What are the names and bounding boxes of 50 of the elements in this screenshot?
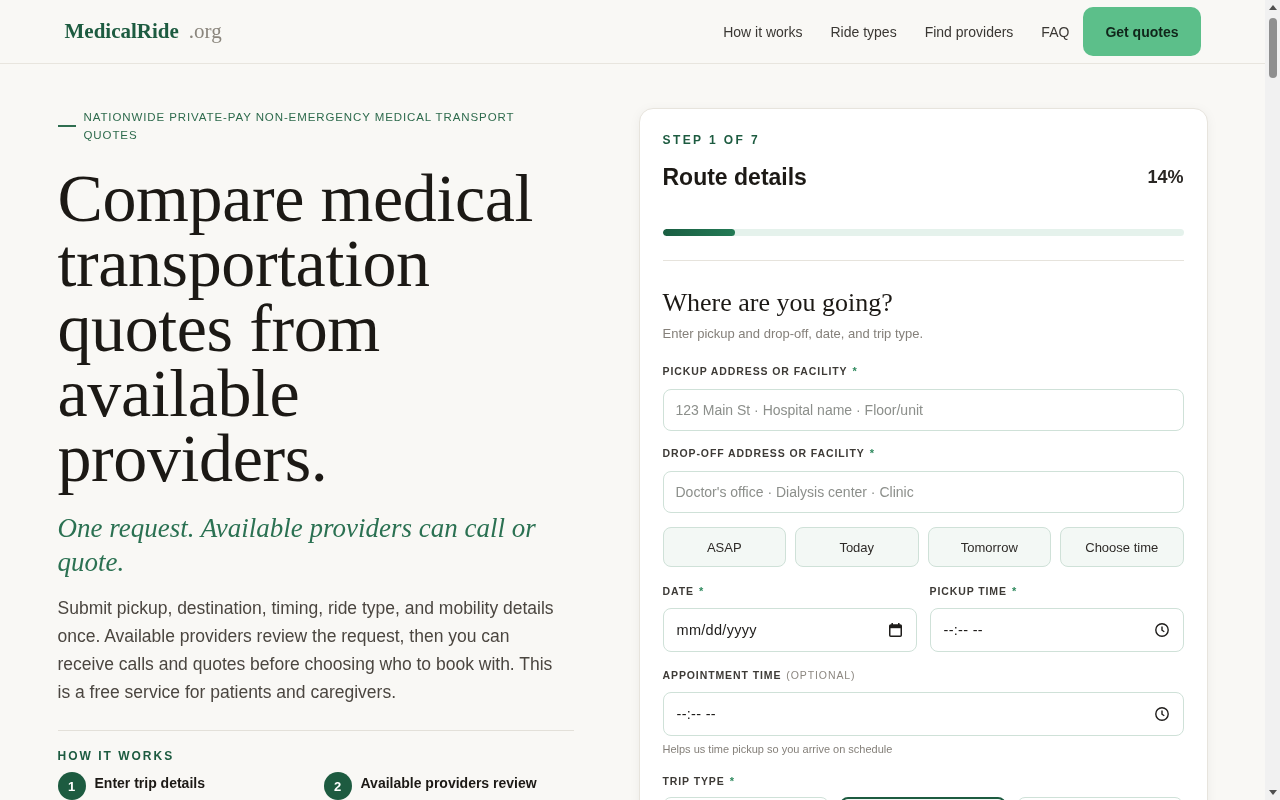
required-asterisk: * bbox=[729, 774, 734, 789]
field-label: DATE bbox=[662, 584, 694, 599]
required-asterisk: * bbox=[1011, 584, 1017, 599]
nav-link[interactable]: Ride types bbox=[830, 23, 897, 40]
step-number: 1 bbox=[57, 772, 86, 800]
calendar-icon[interactable] bbox=[888, 623, 902, 637]
dash-icon bbox=[57, 125, 76, 127]
pickup-address-field[interactable]: 123 Main St · Hospital name · Floor/unit bbox=[662, 389, 1184, 431]
quick-time-button[interactable]: Tomorrow bbox=[927, 527, 1051, 567]
field-label: TRIP TYPE bbox=[662, 774, 725, 789]
field-label: PICKUP TIME bbox=[929, 584, 1007, 599]
field-label: DROP-OFF ADDRESS OR FACILITY bbox=[662, 446, 865, 461]
required-asterisk: * bbox=[698, 584, 704, 599]
form-title: Route details bbox=[662, 163, 807, 191]
quick-time-button[interactable]: Choose time bbox=[1060, 527, 1184, 567]
required-asterisk: * bbox=[852, 364, 857, 379]
field-hint: Helps us time pickup so you arrive on schedule bbox=[662, 742, 894, 756]
section-subtitle: Enter pickup and drop-off, date, and trip type. bbox=[662, 325, 925, 343]
step-number: 2 bbox=[323, 772, 352, 800]
logo-suffix[interactable]: .org bbox=[188, 19, 222, 44]
get-quotes-button[interactable]: Get quotes bbox=[1083, 7, 1201, 56]
nav-link[interactable]: Find providers bbox=[924, 23, 1014, 40]
dropoff-address-field[interactable]: Doctor's office · Dialysis center · Clinic bbox=[662, 471, 1184, 513]
required-asterisk: * bbox=[869, 446, 874, 461]
quick-time-button[interactable]: ASAP bbox=[662, 527, 786, 567]
hero-tagline: One request. Available providers can call or quote. bbox=[57, 512, 537, 579]
scroll-down-icon[interactable] bbox=[1268, 790, 1277, 795]
section-label: HOW IT WORKS bbox=[57, 748, 176, 764]
time-field[interactable]: --:-- -- bbox=[929, 608, 1184, 652]
logo-wordmark[interactable]: MedicalRide bbox=[64, 19, 179, 44]
step-indicator: STEP 1 OF 7 bbox=[662, 133, 762, 147]
field-label: PICKUP ADDRESS OR FACILITY bbox=[662, 364, 848, 379]
hero-heading: Compare medical transportation quotes from available providers. bbox=[57, 160, 534, 498]
step-title: Available providers review bbox=[360, 774, 537, 793]
optional-note: (OPTIONAL) bbox=[786, 668, 856, 683]
date-field[interactable]: mm/dd/yyyy bbox=[662, 608, 917, 652]
nav-link[interactable]: FAQ bbox=[1041, 23, 1070, 40]
progress-percent: 14% bbox=[1147, 166, 1184, 188]
field-label: APPOINTMENT TIME bbox=[662, 668, 782, 683]
scroll-up-icon[interactable] bbox=[1268, 5, 1277, 10]
quick-time-button[interactable]: Today bbox=[795, 527, 919, 567]
eyebrow-text: NATIONWIDE PRIVATE-PAY NON-EMERGENCY MEDICAL TRANSPORT QUOTES bbox=[83, 110, 516, 143]
nav-link[interactable]: How it works bbox=[723, 23, 803, 40]
scrollbar-thumb[interactable] bbox=[1268, 18, 1277, 78]
clock-icon[interactable] bbox=[1154, 623, 1169, 637]
clock-icon[interactable] bbox=[1154, 707, 1169, 721]
time-field[interactable]: --:-- -- bbox=[662, 692, 1184, 736]
section-heading: Where are you going? bbox=[662, 287, 894, 319]
step-title: Enter trip details bbox=[94, 774, 205, 793]
hero-description: Submit pickup, destination, timing, ride type, and mobility details once. Available providers review the request, then you can receive calls and quotes before choosing who to book with. This is a free service for patients and caregivers. bbox=[57, 597, 555, 704]
